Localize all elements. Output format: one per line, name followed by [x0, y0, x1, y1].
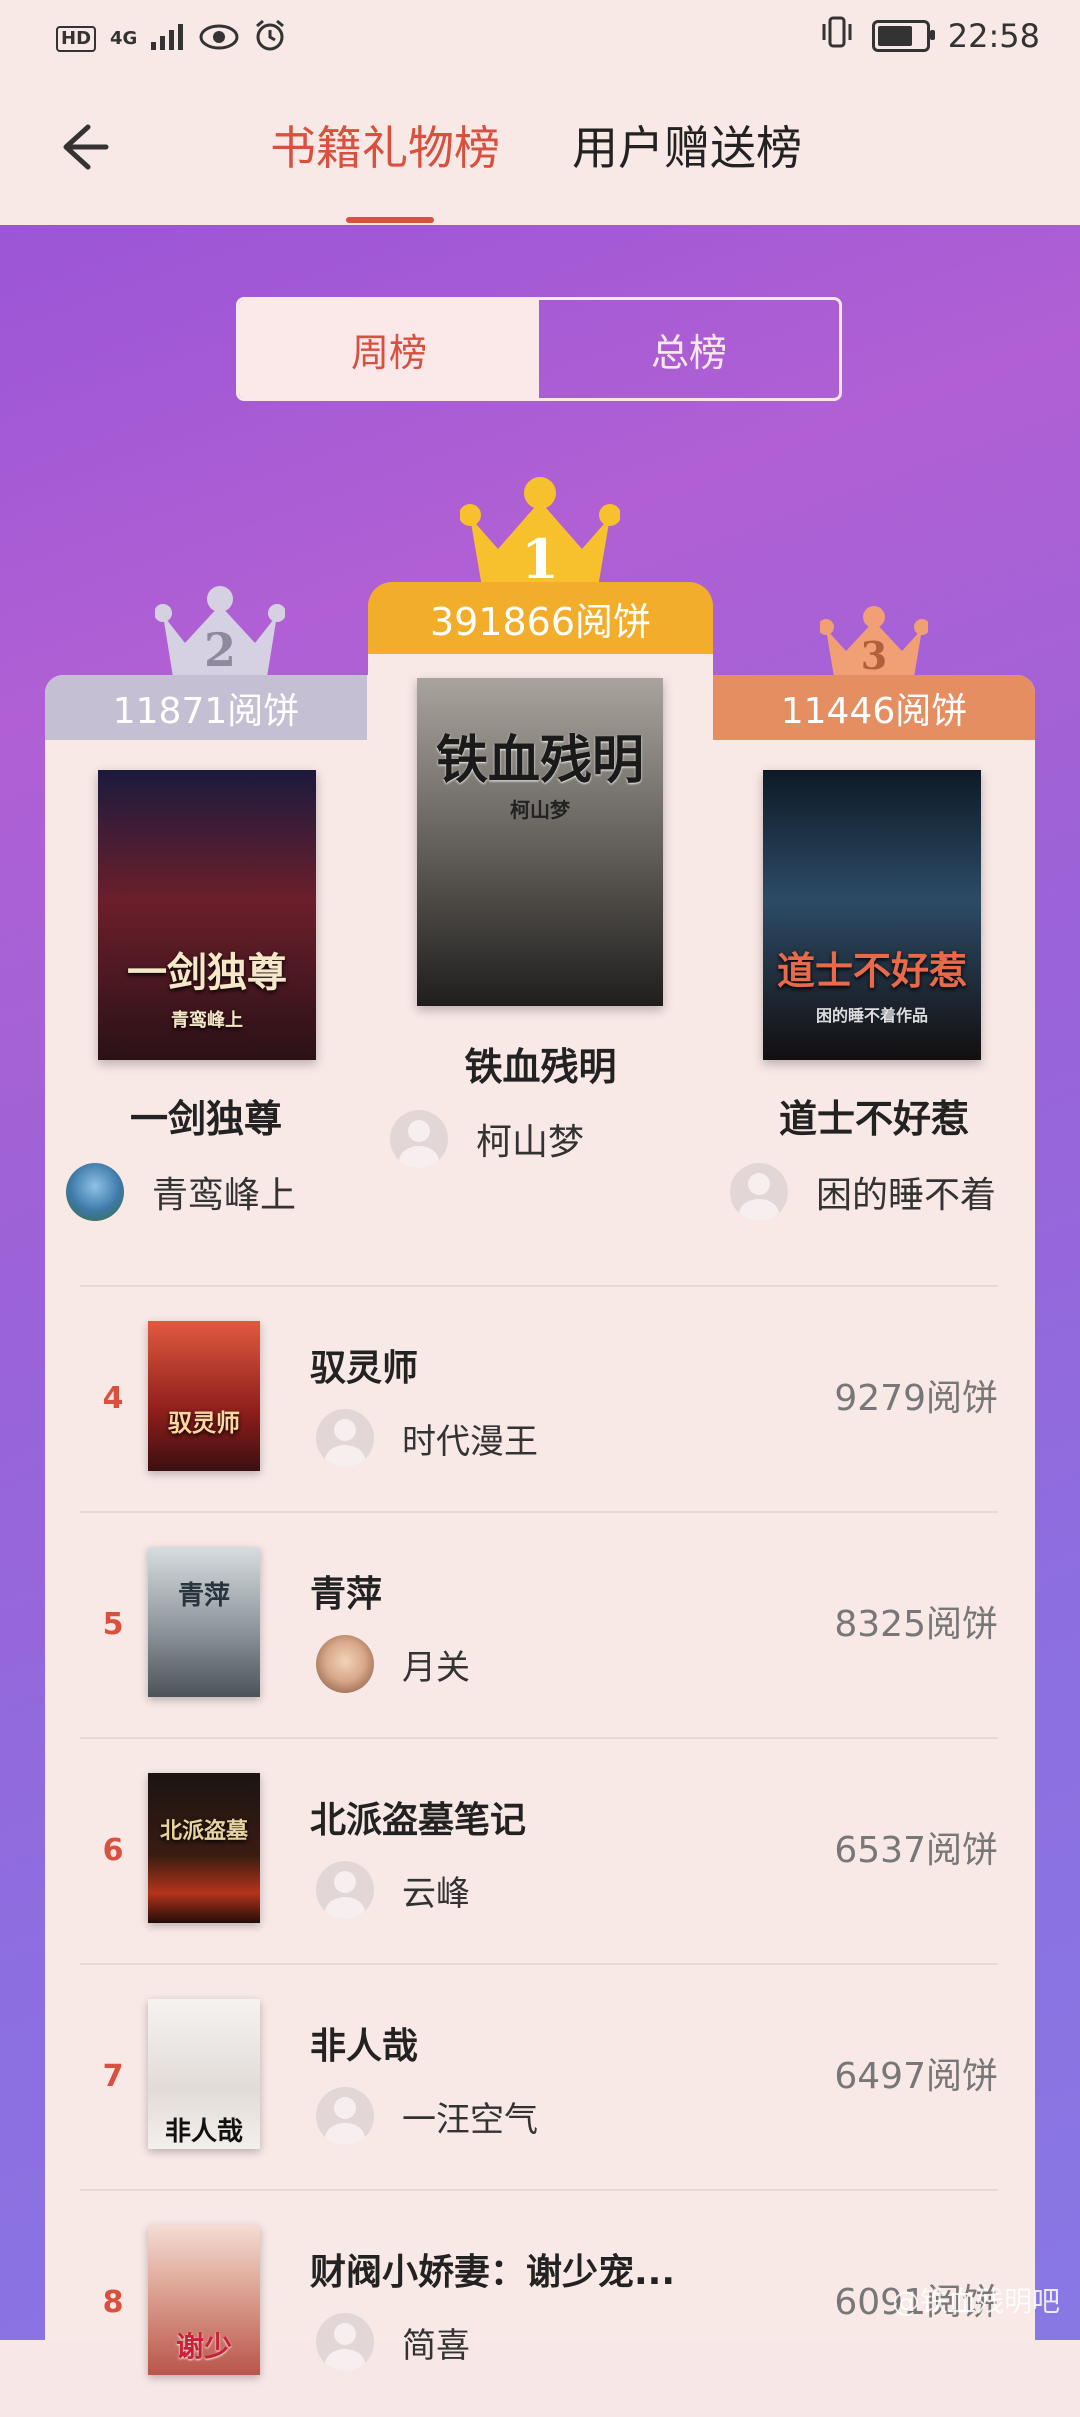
list-item[interactable]: 7 非人哉 非人哉 一汪空气 6497阅饼	[80, 1963, 998, 2191]
tab-user-gift-ranking[interactable]: 用户赠送榜	[572, 118, 802, 178]
alarm-icon	[253, 18, 287, 60]
top-nav: 书籍礼物榜 用户赠送榜	[0, 75, 1080, 225]
bronze-crown-icon: 3	[820, 605, 928, 678]
user-name: 时代漫王	[402, 1421, 538, 1462]
book-title[interactable]: 非人哉	[310, 2017, 418, 2069]
rank-3-user[interactable]: 困的睡不着	[730, 1163, 996, 1221]
book-cover[interactable]: 铁血残明 柯山梦	[417, 678, 663, 1006]
avatar	[316, 1635, 374, 1693]
cover-author-text: 青鸾峰上	[171, 1010, 243, 1031]
book-title[interactable]: 北派盗墓笔记	[310, 1791, 526, 1843]
gold-crown-icon: 1	[460, 475, 620, 591]
avatar	[316, 2313, 374, 2371]
watermark-text: @铁血残明吧	[891, 2285, 1060, 2318]
clock-time: 22:58	[947, 17, 1040, 55]
book-cover[interactable]: 青萍	[148, 1547, 260, 1697]
book-cover[interactable]: 驭灵师	[148, 1321, 260, 1471]
rank-2-score: 11871阅饼	[45, 675, 367, 740]
book-cover[interactable]: 北派盗墓	[148, 1773, 260, 1923]
user-name: 困的睡不着	[816, 1175, 997, 1216]
weekly-ranking-option[interactable]: 周榜	[239, 300, 539, 398]
silver-crown-icon: 2	[155, 585, 285, 677]
cover-title-text: 北派盗墓	[159, 1818, 248, 1844]
list-item[interactable]: 8 谢少 财阀小娇妻：谢少宠... 简喜 6091阅饼	[80, 2189, 998, 2417]
rank-3-score: 11446阅饼	[713, 675, 1035, 740]
cover-title-text: 铁血残明	[435, 730, 644, 791]
cover-title-text: 谢少	[175, 2330, 232, 2363]
back-arrow-icon[interactable]	[52, 117, 112, 177]
rank-1-book-title[interactable]: 铁血残明	[368, 1036, 713, 1091]
gift-user[interactable]: 月关	[316, 1635, 470, 1693]
gift-user[interactable]: 云峰	[316, 1861, 470, 1919]
eye-icon	[199, 20, 239, 58]
rank-3-book-title[interactable]: 道士不好惹	[713, 1088, 1035, 1143]
cover-author-text: 柯山梦	[510, 798, 570, 822]
cover-author-text: 困的睡不着作品	[815, 1006, 928, 1025]
book-title[interactable]: 青萍	[310, 1565, 382, 1617]
list-item[interactable]: 6 北派盗墓 北派盗墓笔记 云峰 6537阅饼	[80, 1737, 998, 1965]
cover-title-text: 一剑独尊	[127, 949, 287, 996]
gift-user[interactable]: 简喜	[316, 2313, 470, 2371]
avatar	[316, 2087, 374, 2145]
book-cover[interactable]: 非人哉	[148, 1999, 260, 2149]
vibrate-icon	[820, 16, 854, 56]
cover-title-text: 驭灵师	[168, 1408, 240, 1437]
gift-user[interactable]: 一汪空气	[316, 2087, 538, 2145]
active-tab-indicator	[346, 217, 434, 223]
signal-icon	[151, 20, 185, 58]
list-item[interactable]: 5 青萍 青萍 月关 8325阅饼	[80, 1511, 998, 1739]
user-name: 青鸾峰上	[152, 1175, 297, 1216]
avatar	[390, 1110, 448, 1168]
avatar	[316, 1409, 374, 1467]
gift-score: 8325阅饼	[834, 1604, 998, 1645]
rank-number: 4	[102, 1381, 124, 1416]
gift-score: 9279阅饼	[834, 1378, 998, 1419]
user-name: 月关	[402, 1647, 470, 1688]
gift-score: 6497阅饼	[834, 2056, 998, 2097]
book-title[interactable]: 财阀小娇妻：谢少宠...	[310, 2243, 675, 2295]
cover-title-text: 道士不好惹	[776, 948, 967, 993]
avatar	[316, 1861, 374, 1919]
user-name: 云峰	[402, 1873, 470, 1914]
battery-icon	[871, 20, 935, 52]
book-cover[interactable]: 道士不好惹 困的睡不着作品	[763, 770, 981, 1060]
list-item[interactable]: 4 驭灵师 驭灵师 时代漫王 9279阅饼	[80, 1285, 998, 1513]
rank-number: 6	[102, 1833, 124, 1868]
avatar	[66, 1163, 124, 1221]
rank-number: 5	[102, 1607, 124, 1642]
rank-2-user[interactable]: 青鸾峰上	[66, 1163, 296, 1221]
rank-2-book-title[interactable]: 一剑独尊	[45, 1088, 367, 1143]
cover-title-text: 青萍	[177, 1581, 230, 1611]
period-switch: 周榜 总榜	[236, 297, 842, 401]
rank-1-score: 391866阅饼	[368, 582, 713, 654]
user-name: 柯山梦	[476, 1122, 585, 1163]
network-type: 4G	[110, 28, 138, 49]
avatar	[730, 1163, 788, 1221]
hd-indicator: HD	[56, 26, 97, 52]
book-cover[interactable]: 谢少	[148, 2225, 260, 2375]
user-name: 一汪空气	[402, 2099, 538, 2140]
cover-title-text: 非人哉	[164, 2117, 243, 2147]
tab-book-gift-ranking[interactable]: 书籍礼物榜	[270, 118, 500, 178]
rank-number: 7	[102, 2059, 124, 2094]
total-ranking-option[interactable]: 总榜	[539, 300, 839, 398]
rank-number: 8	[102, 2285, 124, 2320]
book-cover[interactable]: 一剑独尊 青鸾峰上	[98, 770, 316, 1060]
gift-score: 6537阅饼	[834, 1830, 998, 1871]
book-title[interactable]: 驭灵师	[310, 1339, 418, 1391]
user-name: 简喜	[402, 2325, 470, 2366]
rank-1-user[interactable]: 柯山梦	[390, 1110, 584, 1168]
status-bar: HD 4G 22:58	[0, 0, 1080, 75]
gift-user[interactable]: 时代漫王	[316, 1409, 538, 1467]
rank-3-number: 3	[860, 633, 888, 678]
rank-2-number: 2	[203, 623, 236, 677]
